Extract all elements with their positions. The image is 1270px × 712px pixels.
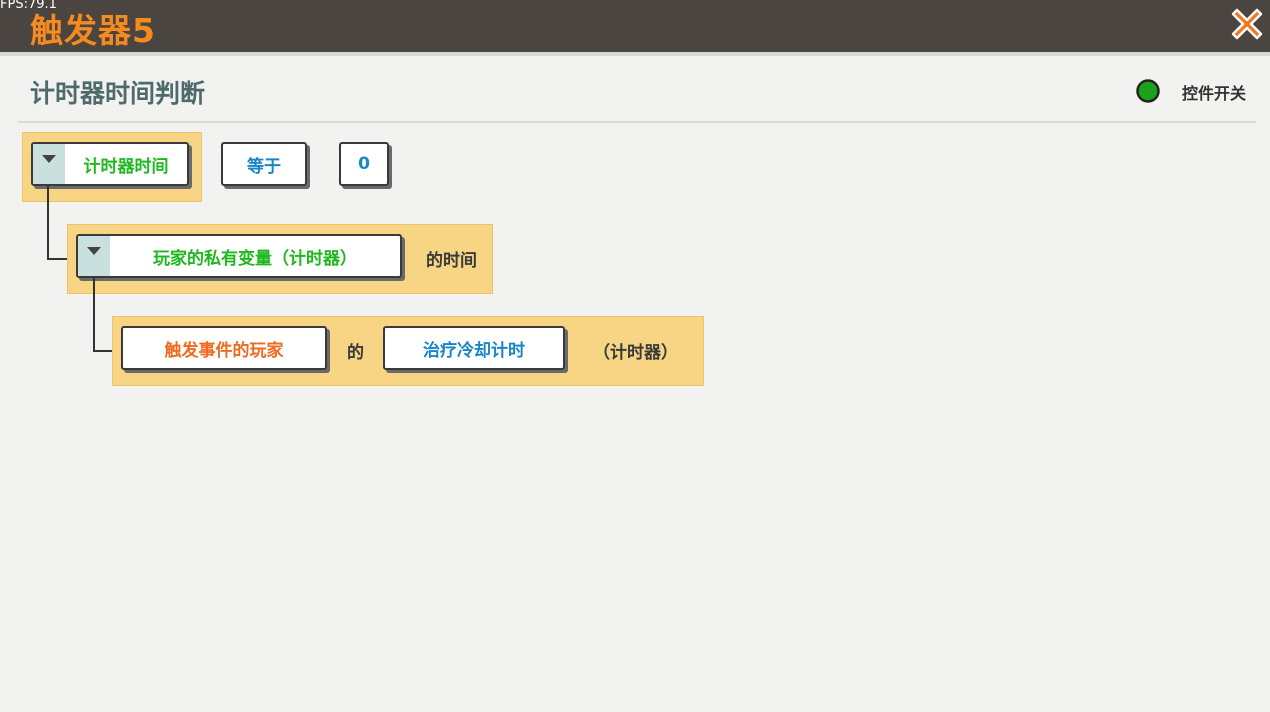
dropdown-label: 计时器时间 xyxy=(83,156,169,177)
operator-button[interactable]: 等于 xyxy=(221,142,307,186)
title-bar xyxy=(0,0,1270,52)
triggering-player-button[interactable]: 触发事件的玩家 xyxy=(121,326,327,370)
toggle-label: 控件开关 xyxy=(1182,84,1247,103)
close-x-icon xyxy=(1231,8,1263,40)
chevron-down-icon xyxy=(78,236,110,276)
private-variable-dropdown[interactable]: 玩家的私有变量（计时器） xyxy=(76,234,402,278)
panel-title: 计时器时间判断 xyxy=(30,79,206,108)
title-bar-edge xyxy=(0,52,1270,56)
level2-suffix: （计时器） xyxy=(593,343,678,363)
close-button[interactable] xyxy=(1227,4,1267,44)
heal-cooldown-timer-button[interactable]: 治疗冷却计时 xyxy=(383,326,565,370)
value-field[interactable]: 0 xyxy=(339,142,389,186)
level1-suffix: 的时间 xyxy=(426,251,477,271)
divider xyxy=(18,121,1256,123)
dropdown-label: 玩家的私有变量（计时器） xyxy=(153,248,357,269)
window-title: 触发器5 xyxy=(30,11,156,50)
toggle-on-icon xyxy=(1136,79,1160,103)
timer-time-dropdown[interactable]: 计时器时间 xyxy=(31,142,189,186)
chevron-down-icon xyxy=(33,144,65,184)
level2-connector-text: 的 xyxy=(347,343,364,363)
control-toggle[interactable] xyxy=(1136,79,1160,103)
